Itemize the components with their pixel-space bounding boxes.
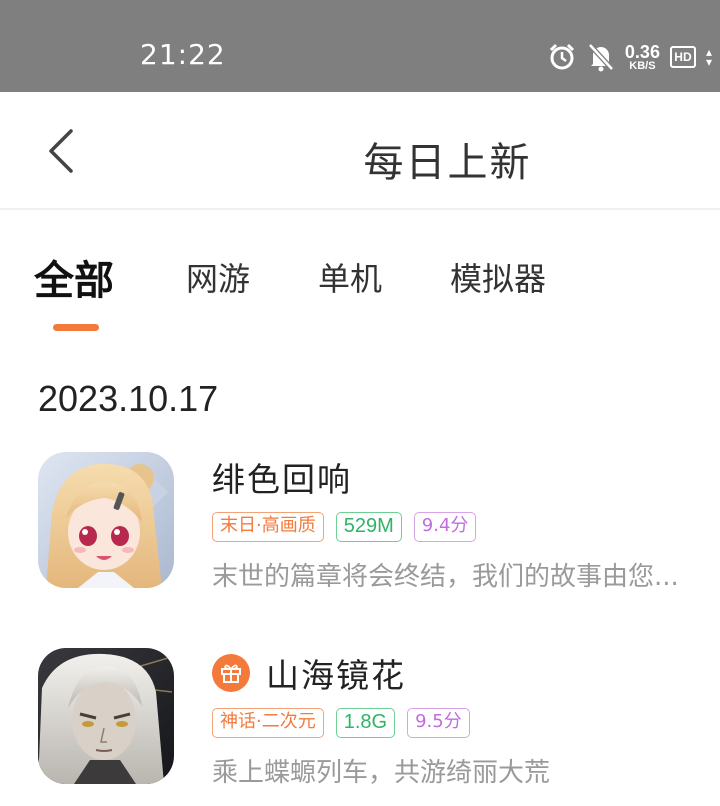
status-time: 21:22	[140, 38, 226, 71]
game-description: 末世的篇章将会终结，我们的故事由您...	[212, 562, 679, 592]
game-item[interactable]: 山海镜花 神话·二次元 1.8G 9.5分 乘上蝶螈列车，共游绮丽大荒	[0, 648, 720, 798]
game-name: 山海镜花	[266, 656, 406, 695]
game-item[interactable]: 绯色回响 末日·高画质 529M 9.4分 末世的篇章将会终结，我们的故事由您.…	[0, 452, 720, 602]
date-heading: 2023.10.17	[38, 378, 219, 419]
game-tags: 神话·二次元 1.8G 9.5分	[212, 708, 700, 738]
genre-tag: 末日·高画质	[212, 512, 324, 542]
title-bar: 每日上新	[0, 92, 720, 210]
page-title: 每日上新	[363, 140, 532, 186]
tab-online[interactable]: 网游	[186, 254, 250, 300]
gift-icon	[212, 654, 250, 692]
genre-tag: 神话·二次元	[212, 708, 324, 738]
status-bar: 21:22 0.36 KB/S HD ▴ ▾	[0, 0, 720, 92]
score-tag: 9.4分	[413, 512, 477, 542]
category-tabs: 全部 网游 单机 模拟器	[0, 240, 720, 340]
tab-standalone[interactable]: 单机	[318, 254, 382, 300]
hd-icon: HD	[669, 46, 696, 68]
score-tag: 9.5分	[407, 708, 470, 738]
game-name-line: 绯色回响	[212, 452, 700, 502]
game-info: 山海镜花 神话·二次元 1.8G 9.5分 乘上蝶螈列车，共游绮丽大荒	[212, 648, 700, 789]
game-info: 绯色回响 末日·高画质 529M 9.4分 末世的篇章将会终结，我们的故事由您.…	[212, 452, 700, 593]
tab-emulator[interactable]: 模拟器	[450, 254, 546, 300]
game-icon-feise-huixiang[interactable]	[38, 452, 174, 588]
net-speed-unit: KB/S	[629, 59, 656, 72]
net-speed: 0.36 KB/S	[625, 43, 660, 72]
game-name: 绯色回响	[212, 460, 352, 499]
net-speed-value: 0.36	[624, 41, 660, 62]
size-tag: 529M	[335, 512, 402, 542]
game-tags: 末日·高画质 529M 9.4分	[212, 512, 700, 542]
alarm-icon	[547, 42, 577, 72]
game-icon-shanhai-jinghua[interactable]	[38, 648, 174, 784]
tab-all[interactable]: 全部	[34, 248, 114, 306]
data-arrows-icon: ▴ ▾	[705, 45, 712, 69]
size-tag: 1.8G	[335, 708, 396, 738]
mute-bell-icon	[587, 42, 615, 72]
active-tab-indicator	[53, 324, 99, 331]
game-name-line: 山海镜花	[212, 648, 700, 698]
game-description: 乘上蝶螈列车，共游绮丽大荒	[212, 758, 551, 788]
status-icons: 0.36 KB/S HD ▴ ▾	[547, 40, 712, 74]
